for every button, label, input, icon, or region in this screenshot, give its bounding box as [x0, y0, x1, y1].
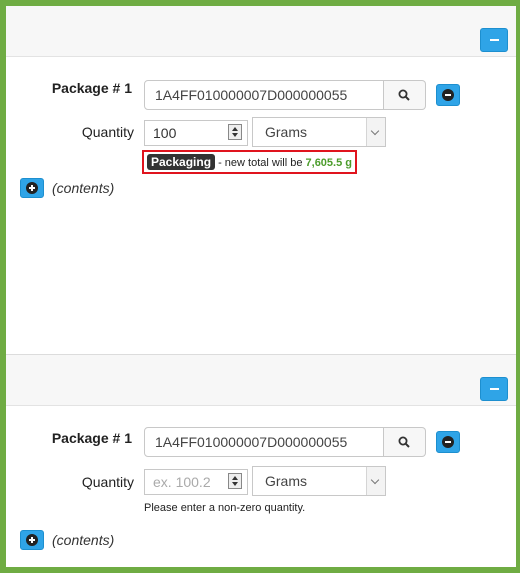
- add-contents-button[interactable]: [20, 530, 44, 550]
- unit-select-value: Grams: [265, 124, 307, 140]
- quantity-stepper[interactable]: [228, 473, 242, 489]
- section-header: [6, 355, 516, 406]
- quantity-stepper[interactable]: [228, 124, 242, 140]
- minus-circle-icon: [442, 436, 454, 448]
- quantity-label: Quantity: [81, 474, 134, 490]
- validation-message: Please enter a non-zero quantity.: [144, 502, 306, 514]
- unit-select[interactable]: Grams: [252, 466, 386, 496]
- contents-label: (contents): [52, 532, 115, 548]
- remove-package-button[interactable]: [436, 431, 460, 453]
- package-search-button[interactable]: [384, 80, 426, 110]
- package-tag-input[interactable]: 1A4FF010000007D000000055: [144, 80, 384, 110]
- search-icon: [398, 436, 410, 448]
- packaging-badge: Packaging: [147, 154, 216, 170]
- new-total-value: 7,605.5 g: [305, 157, 352, 169]
- package-search-button[interactable]: [384, 427, 426, 457]
- packaging-total-notice: Packaging - new total will be 7,605.5 g: [142, 150, 357, 174]
- package-tag-input[interactable]: 1A4FF010000007D000000055: [144, 427, 384, 457]
- collapse-section-button[interactable]: [480, 377, 508, 401]
- minus-circle-icon: [442, 89, 454, 101]
- package-label: Package # 1: [51, 80, 132, 96]
- quantity-label: Quantity: [81, 124, 134, 140]
- add-contents-button[interactable]: [20, 178, 44, 198]
- unit-select-value: Grams: [265, 473, 307, 489]
- collapse-section-button[interactable]: [480, 28, 508, 52]
- notice-text: - new total will be: [215, 157, 306, 169]
- unit-select[interactable]: Grams: [252, 117, 386, 147]
- chevron-down-icon: [366, 467, 385, 495]
- package-label: Package # 1: [51, 430, 132, 446]
- package-section-2: Package # 1 1A4FF010000007D000000055 Qua…: [6, 354, 516, 567]
- remove-package-button[interactable]: [436, 84, 460, 106]
- plus-circle-icon: [26, 534, 38, 546]
- chevron-down-icon: [366, 118, 385, 146]
- search-icon: [398, 89, 410, 101]
- package-section-1: Package # 1 1A4FF010000007D000000055 Qua…: [6, 6, 516, 354]
- plus-circle-icon: [26, 182, 38, 194]
- contents-label: (contents): [52, 180, 115, 196]
- section-header: [6, 6, 516, 57]
